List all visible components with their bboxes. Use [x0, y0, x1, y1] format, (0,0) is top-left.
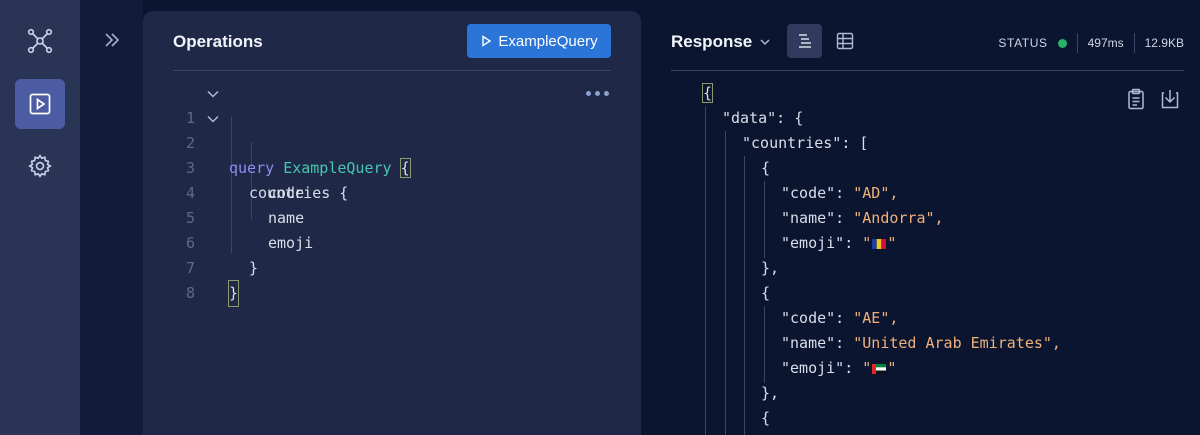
json-value: "Andorra", [853, 209, 944, 227]
json-key: "name": [781, 209, 854, 227]
status-indicator [1057, 38, 1067, 48]
run-icon [482, 35, 492, 47]
close-brace: } [227, 280, 240, 307]
json-line: "code": "AD", [703, 181, 1061, 206]
clipboard-icon[interactable] [1126, 88, 1146, 110]
json-value: " " [862, 359, 897, 377]
chevron-down-icon[interactable] [206, 87, 220, 101]
json-open: { [701, 83, 714, 103]
chevron-down-icon [760, 39, 770, 46]
graph-icon [27, 28, 53, 54]
json-line: "code": "AE", [703, 306, 1061, 331]
explorer-button[interactable] [15, 79, 65, 129]
code-line: 2 countries { [173, 106, 613, 202]
response-toolbar [1126, 88, 1180, 110]
json-value: " " [862, 234, 897, 252]
response-size: 12.9KB [1144, 36, 1184, 50]
settings-button[interactable] [15, 141, 65, 191]
json-line: "name": "Andorra", [703, 206, 1061, 231]
json-key: "emoji": [781, 359, 863, 377]
run-query-button[interactable]: ExampleQuery [467, 24, 611, 58]
andorra-flag-icon [872, 239, 887, 249]
collapsed-sidebar [80, 0, 143, 435]
json-line: { [761, 409, 771, 427]
json-value: "AD", [853, 184, 899, 202]
operations-panel: Operations ExampleQuery 1 query ExampleQ… [143, 11, 641, 435]
json-line: }, [761, 259, 780, 277]
json-key: "name": [781, 334, 854, 352]
chevron-down-icon[interactable] [206, 112, 220, 126]
code-line: 7 } [173, 231, 613, 307]
run-query-label: ExampleQuery [498, 32, 598, 50]
download-icon[interactable] [1160, 88, 1180, 110]
query-editor[interactable]: 1 query ExampleQuery { 2 countries { 3 c… [173, 81, 613, 307]
status-label: STATUS [998, 36, 1048, 50]
json-view-button[interactable] [787, 24, 822, 58]
play-icon [29, 93, 51, 115]
response-title: Response [671, 32, 753, 51]
json-line: "emoji": " " [703, 231, 1061, 256]
operations-divider [173, 70, 611, 71]
json-value: "United Arab Emirates", [853, 334, 1061, 352]
operations-title: Operations [173, 32, 263, 51]
code-line: 1 query ExampleQuery { [173, 81, 613, 178]
json-key: "code": [781, 309, 854, 327]
json-line: "name": "United Arab Emirates", [703, 331, 1061, 356]
response-title-dropdown[interactable]: Response [671, 32, 772, 52]
code-line: 6 } [173, 206, 613, 277]
table-view-button[interactable] [827, 24, 862, 58]
json-line: { [701, 81, 1061, 106]
response-divider [671, 70, 1184, 71]
json-line: { [761, 284, 771, 302]
code-line: 5 emoji [173, 181, 613, 252]
code-line: 3 code [173, 131, 613, 202]
json-line: "countries": [ [742, 134, 869, 152]
code-line: 4 name [173, 156, 613, 227]
chevrons-right-icon [105, 33, 120, 47]
response-json: { "data": { "countries": [ { "code": "AD… [701, 81, 1061, 435]
text-view-icon [798, 34, 811, 48]
status-bar: STATUS 497ms 12.9KB [998, 33, 1184, 53]
uae-flag-icon [872, 364, 887, 374]
json-line: { [761, 159, 771, 177]
gear-icon [28, 154, 52, 178]
table-icon [836, 32, 853, 50]
json-value: "AE", [853, 309, 899, 327]
code-line: 8 [173, 256, 613, 302]
json-key: "code": [781, 184, 854, 202]
nav-rail [0, 0, 80, 435]
response-time: 497ms [1087, 36, 1124, 50]
response-panel: Response STATUS 497ms 12.9KB {"data": {… [641, 0, 1200, 435]
line-number: 8 [185, 284, 195, 302]
json-line: "data": { [722, 109, 804, 127]
schema-graph-button[interactable] [15, 16, 65, 66]
expand-sidebar-button[interactable] [100, 28, 124, 52]
json-key: "emoji": [781, 234, 863, 252]
json-line: }, [761, 384, 780, 402]
json-line: "emoji": " " [703, 356, 1061, 381]
